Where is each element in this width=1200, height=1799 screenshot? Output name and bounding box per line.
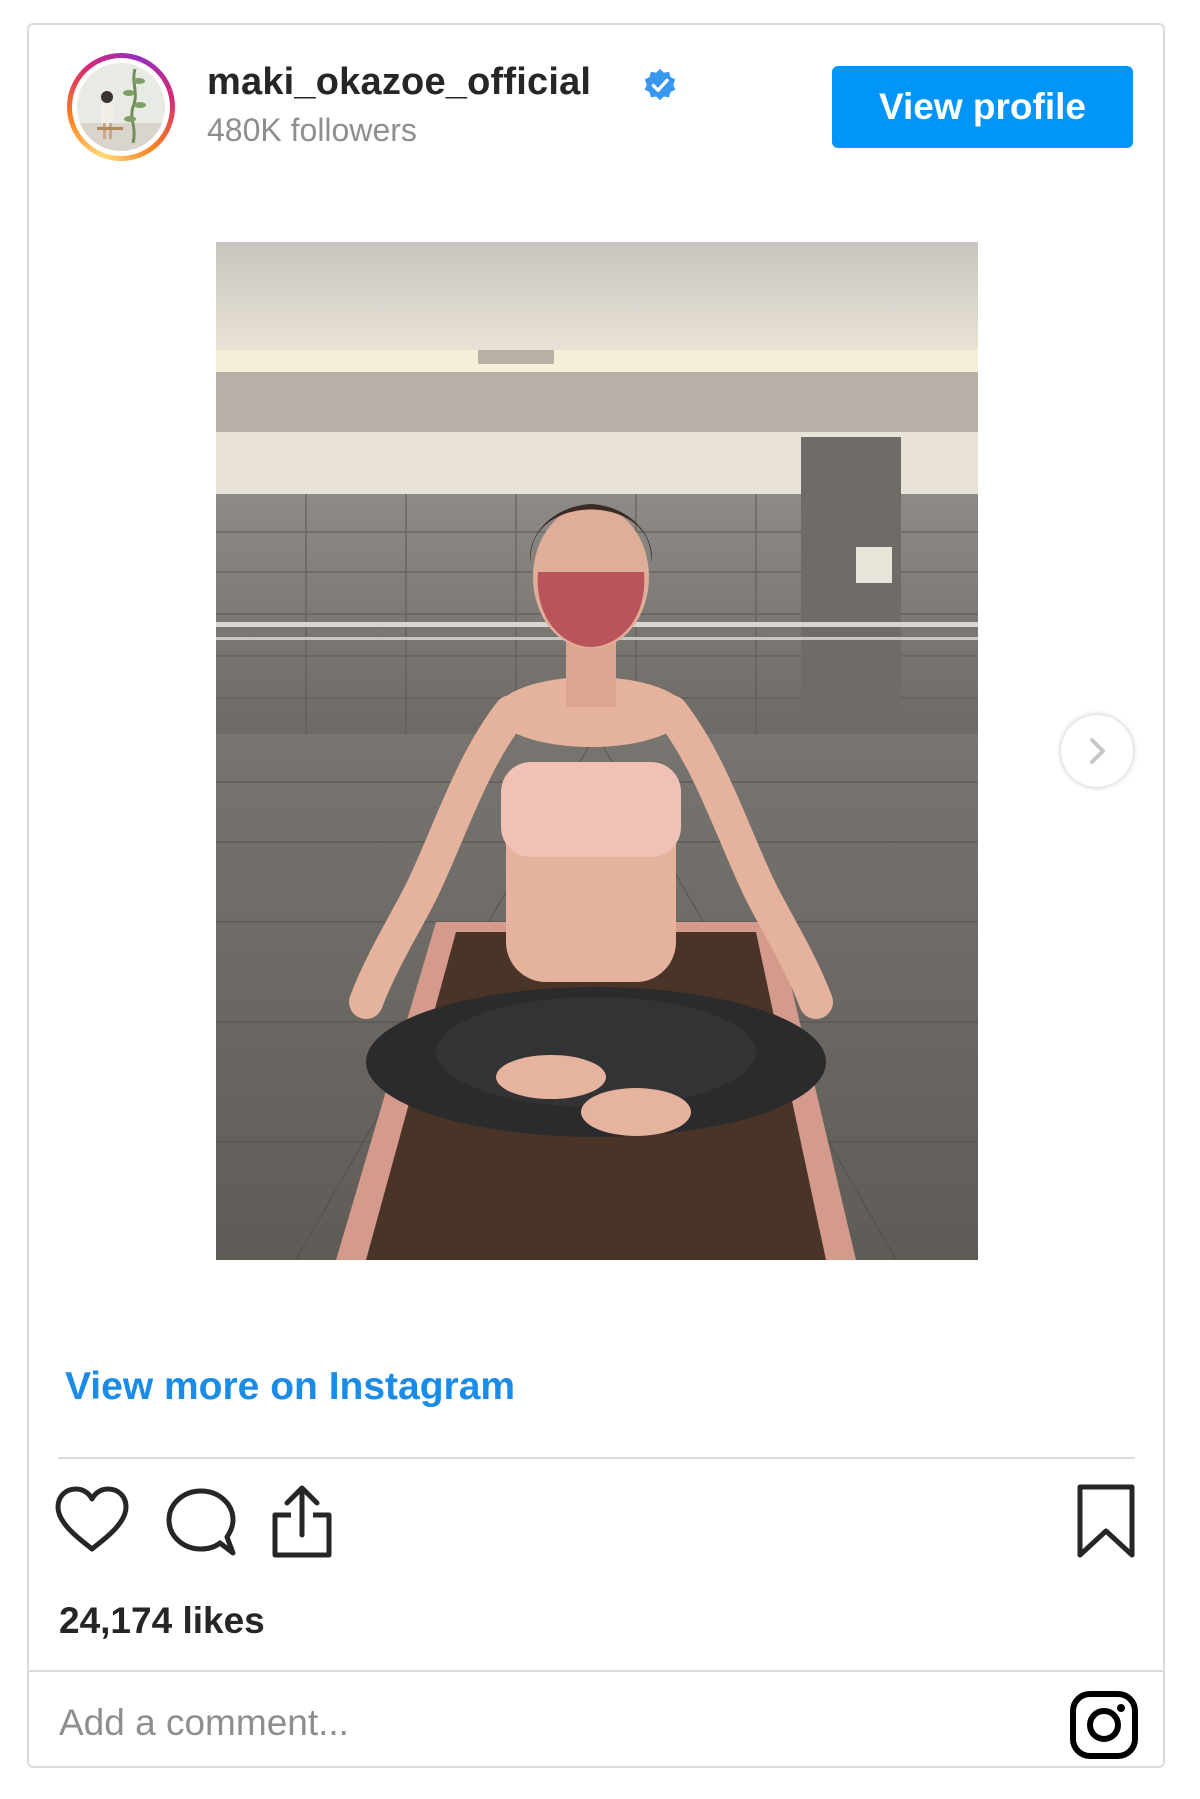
follower-count: 480K followers: [207, 112, 417, 148]
post-image[interactable]: [216, 242, 978, 1260]
divider: [58, 1457, 1135, 1459]
instagram-logo-icon[interactable]: [1069, 1690, 1139, 1760]
chevron-right-icon: [1090, 738, 1105, 764]
instagram-embed-card: maki_okazoe_official 480K followers View…: [27, 23, 1165, 1768]
avatar[interactable]: [67, 53, 175, 161]
divider: [29, 1670, 1163, 1672]
avatar-image: [77, 63, 165, 151]
heart-icon[interactable]: [54, 1485, 130, 1555]
view-profile-button[interactable]: View profile: [832, 66, 1133, 148]
comment-input[interactable]: [59, 1693, 959, 1753]
username[interactable]: maki_okazoe_official: [207, 61, 591, 104]
comment-bubble-icon[interactable]: [165, 1487, 237, 1559]
bookmark-icon[interactable]: [1075, 1483, 1137, 1559]
view-more-link[interactable]: View more on Instagram: [65, 1365, 515, 1409]
verified-badge-icon: [644, 68, 676, 101]
share-icon[interactable]: [269, 1483, 335, 1559]
next-image-button[interactable]: [1061, 715, 1133, 787]
like-count: 24,174 likes: [59, 1600, 265, 1641]
